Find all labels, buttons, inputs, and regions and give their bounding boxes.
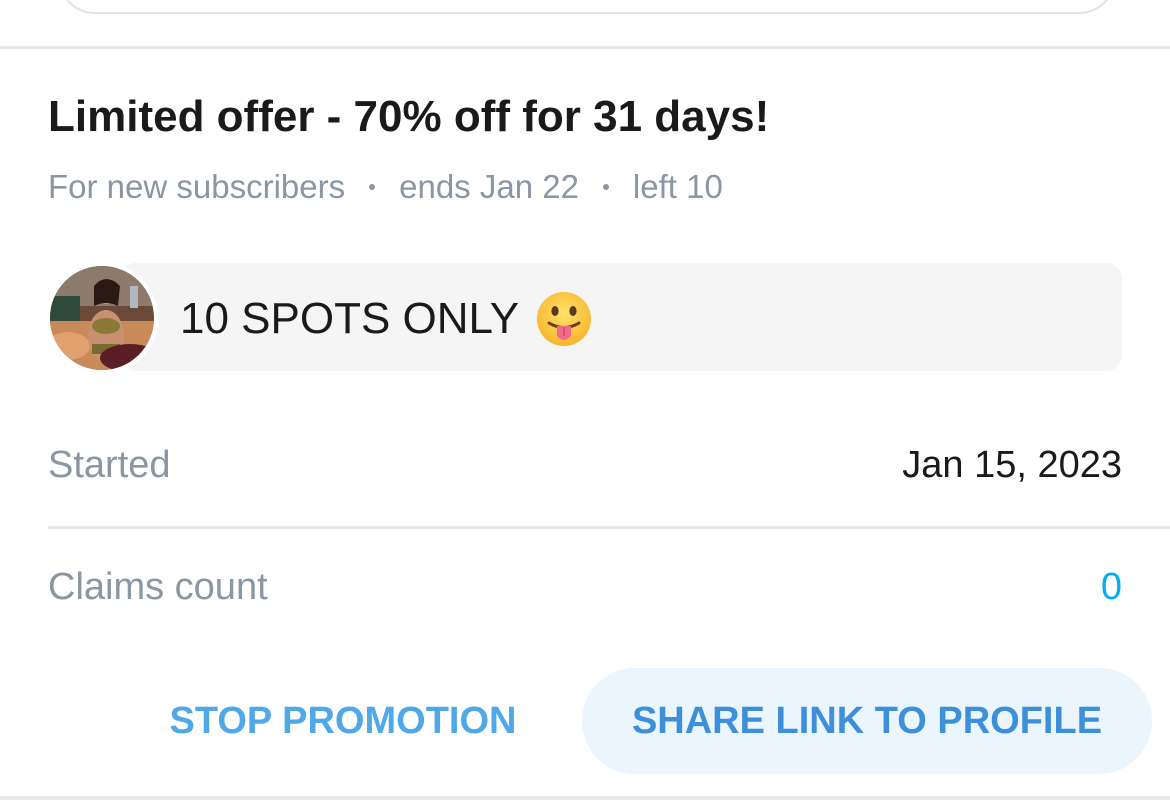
- avatar-photo-icon: [50, 266, 154, 370]
- bottom-divider: [0, 796, 1170, 800]
- avatar-image: [50, 266, 154, 370]
- offer-meta: For new subscribers ends Jan 22 left 10: [48, 168, 723, 206]
- separator-dot: [369, 184, 376, 190]
- promo-message-text: 10 SPOTS ONLY: [180, 294, 520, 343]
- separator-dot: [602, 184, 609, 190]
- previous-card-pill: [58, 0, 1116, 14]
- top-divider: [0, 46, 1170, 49]
- tongue-out-face-icon: [535, 290, 593, 348]
- row-divider: [48, 526, 1170, 529]
- claims-label: Claims count: [48, 565, 268, 608]
- offer-title: Limited offer - 70% off for 31 days!: [48, 92, 770, 141]
- offer-end-date: ends Jan 22: [399, 168, 579, 205]
- claims-count-link[interactable]: 0: [1101, 566, 1122, 609]
- started-row: Started Jan 15, 2023: [48, 440, 1122, 490]
- promo-message: 10 SPOTS ONLY: [180, 290, 593, 348]
- offer-audience: For new subscribers: [48, 168, 346, 205]
- claims-row: Claims count 0: [48, 562, 1122, 612]
- stop-promotion-button[interactable]: STOP PROMOTION: [136, 668, 550, 774]
- share-link-button[interactable]: SHARE LINK TO PROFILE: [582, 668, 1152, 774]
- offer-spots-left: left 10: [632, 168, 723, 205]
- started-label: Started: [48, 443, 171, 486]
- avatar[interactable]: [46, 262, 158, 374]
- started-value: Jan 15, 2023: [902, 443, 1122, 486]
- promotion-card: Limited offer - 70% off for 31 days! For…: [0, 0, 1170, 810]
